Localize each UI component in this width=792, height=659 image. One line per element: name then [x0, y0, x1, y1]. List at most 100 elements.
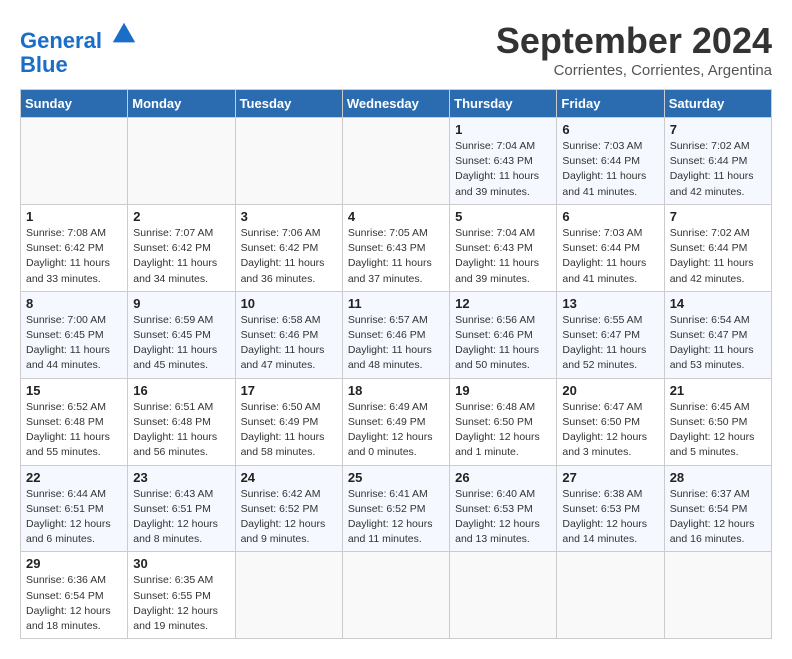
sunset-time: Sunset: 6:43 PM	[348, 242, 426, 254]
calendar-cell: 4 Sunrise: 7:05 AM Sunset: 6:43 PM Dayli…	[342, 204, 449, 291]
day-number: 6	[562, 209, 658, 224]
calendar-cell	[664, 552, 771, 639]
sunset-time: Sunset: 6:44 PM	[670, 155, 748, 167]
daylight-hours: Daylight: 11 hours and 41 minutes.	[562, 170, 646, 197]
sunset-time: Sunset: 6:48 PM	[26, 416, 104, 428]
sunset-time: Sunset: 6:45 PM	[133, 329, 211, 341]
daylight-hours: Daylight: 12 hours and 8 minutes.	[133, 518, 218, 545]
calendar-cell: 5 Sunrise: 7:04 AM Sunset: 6:43 PM Dayli…	[450, 204, 557, 291]
day-number: 12	[455, 296, 551, 311]
daylight-hours: Daylight: 12 hours and 19 minutes.	[133, 605, 218, 632]
calendar-cell: 6 Sunrise: 7:03 AM Sunset: 6:44 PM Dayli…	[557, 204, 664, 291]
day-detail: Sunrise: 7:06 AM Sunset: 6:42 PM Dayligh…	[241, 226, 337, 287]
sunrise-time: Sunrise: 7:04 AM	[455, 227, 535, 239]
calendar-cell	[450, 552, 557, 639]
calendar-cell	[128, 118, 235, 205]
sunrise-time: Sunrise: 6:57 AM	[348, 314, 428, 326]
calendar-cell: 26 Sunrise: 6:40 AM Sunset: 6:53 PM Dayl…	[450, 465, 557, 552]
daylight-hours: Daylight: 11 hours and 45 minutes.	[133, 344, 217, 371]
day-detail: Sunrise: 6:48 AM Sunset: 6:50 PM Dayligh…	[455, 400, 551, 461]
day-detail: Sunrise: 6:51 AM Sunset: 6:48 PM Dayligh…	[133, 400, 229, 461]
daylight-hours: Daylight: 11 hours and 50 minutes.	[455, 344, 539, 371]
day-number: 7	[670, 209, 766, 224]
calendar-cell: 14 Sunrise: 6:54 AM Sunset: 6:47 PM Dayl…	[664, 291, 771, 378]
daylight-hours: Daylight: 11 hours and 52 minutes.	[562, 344, 646, 371]
day-detail: Sunrise: 6:41 AM Sunset: 6:52 PM Dayligh…	[348, 487, 444, 548]
day-number: 17	[241, 383, 337, 398]
day-number: 6	[562, 122, 658, 137]
calendar-cell	[235, 118, 342, 205]
sunset-time: Sunset: 6:46 PM	[241, 329, 319, 341]
calendar-cell: 7 Sunrise: 7:02 AM Sunset: 6:44 PM Dayli…	[664, 118, 771, 205]
daylight-hours: Daylight: 12 hours and 14 minutes.	[562, 518, 647, 545]
sunset-time: Sunset: 6:54 PM	[670, 503, 748, 515]
day-number: 5	[455, 209, 551, 224]
sunset-time: Sunset: 6:49 PM	[348, 416, 426, 428]
sunrise-time: Sunrise: 6:40 AM	[455, 488, 535, 500]
sunset-time: Sunset: 6:44 PM	[562, 155, 640, 167]
day-detail: Sunrise: 7:04 AM Sunset: 6:43 PM Dayligh…	[455, 226, 551, 287]
sunset-time: Sunset: 6:42 PM	[241, 242, 319, 254]
calendar-cell: 16 Sunrise: 6:51 AM Sunset: 6:48 PM Dayl…	[128, 378, 235, 465]
daylight-hours: Daylight: 11 hours and 36 minutes.	[241, 257, 325, 284]
daylight-hours: Daylight: 11 hours and 48 minutes.	[348, 344, 432, 371]
day-detail: Sunrise: 6:58 AM Sunset: 6:46 PM Dayligh…	[241, 313, 337, 374]
calendar-cell: 3 Sunrise: 7:06 AM Sunset: 6:42 PM Dayli…	[235, 204, 342, 291]
sunrise-time: Sunrise: 7:02 AM	[670, 140, 750, 152]
calendar-cell: 27 Sunrise: 6:38 AM Sunset: 6:53 PM Dayl…	[557, 465, 664, 552]
daylight-hours: Daylight: 11 hours and 39 minutes.	[455, 257, 539, 284]
day-number: 28	[670, 470, 766, 485]
sunset-time: Sunset: 6:42 PM	[133, 242, 211, 254]
day-number: 19	[455, 383, 551, 398]
day-detail: Sunrise: 6:45 AM Sunset: 6:50 PM Dayligh…	[670, 400, 766, 461]
sunrise-time: Sunrise: 6:36 AM	[26, 574, 106, 586]
sunset-time: Sunset: 6:47 PM	[562, 329, 640, 341]
calendar-cell	[342, 552, 449, 639]
daylight-hours: Daylight: 11 hours and 58 minutes.	[241, 431, 325, 458]
day-number: 29	[26, 556, 122, 571]
sunset-time: Sunset: 6:50 PM	[670, 416, 748, 428]
day-detail: Sunrise: 7:07 AM Sunset: 6:42 PM Dayligh…	[133, 226, 229, 287]
sunset-time: Sunset: 6:52 PM	[348, 503, 426, 515]
daylight-hours: Daylight: 11 hours and 41 minutes.	[562, 257, 646, 284]
calendar-cell: 29 Sunrise: 6:36 AM Sunset: 6:54 PM Dayl…	[21, 552, 128, 639]
sunrise-time: Sunrise: 7:00 AM	[26, 314, 106, 326]
weekday-header-row: SundayMondayTuesdayWednesdayThursdayFrid…	[21, 90, 772, 118]
daylight-hours: Daylight: 11 hours and 53 minutes.	[670, 344, 754, 371]
calendar-cell	[21, 118, 128, 205]
calendar-cell: 18 Sunrise: 6:49 AM Sunset: 6:49 PM Dayl…	[342, 378, 449, 465]
day-detail: Sunrise: 6:47 AM Sunset: 6:50 PM Dayligh…	[562, 400, 658, 461]
calendar-cell: 8 Sunrise: 7:00 AM Sunset: 6:45 PM Dayli…	[21, 291, 128, 378]
weekday-monday: Monday	[128, 90, 235, 118]
day-detail: Sunrise: 6:49 AM Sunset: 6:49 PM Dayligh…	[348, 400, 444, 461]
sunrise-time: Sunrise: 6:54 AM	[670, 314, 750, 326]
calendar-week-1: 1 Sunrise: 7:08 AM Sunset: 6:42 PM Dayli…	[21, 204, 772, 291]
page-header: General Blue September 2024 Corrientes, …	[20, 20, 772, 79]
sunset-time: Sunset: 6:42 PM	[26, 242, 104, 254]
weekday-sunday: Sunday	[21, 90, 128, 118]
sunset-time: Sunset: 6:54 PM	[26, 590, 104, 602]
calendar-cell: 6 Sunrise: 7:03 AM Sunset: 6:44 PM Dayli…	[557, 118, 664, 205]
daylight-hours: Daylight: 12 hours and 18 minutes.	[26, 605, 111, 632]
weekday-wednesday: Wednesday	[342, 90, 449, 118]
sunrise-time: Sunrise: 7:03 AM	[562, 227, 642, 239]
calendar-cell: 24 Sunrise: 6:42 AM Sunset: 6:52 PM Dayl…	[235, 465, 342, 552]
calendar-cell: 25 Sunrise: 6:41 AM Sunset: 6:52 PM Dayl…	[342, 465, 449, 552]
day-detail: Sunrise: 6:50 AM Sunset: 6:49 PM Dayligh…	[241, 400, 337, 461]
day-detail: Sunrise: 6:44 AM Sunset: 6:51 PM Dayligh…	[26, 487, 122, 548]
calendar-cell: 2 Sunrise: 7:07 AM Sunset: 6:42 PM Dayli…	[128, 204, 235, 291]
sunset-time: Sunset: 6:53 PM	[562, 503, 640, 515]
day-number: 15	[26, 383, 122, 398]
day-number: 16	[133, 383, 229, 398]
sunset-time: Sunset: 6:52 PM	[241, 503, 319, 515]
sunset-time: Sunset: 6:46 PM	[455, 329, 533, 341]
weekday-thursday: Thursday	[450, 90, 557, 118]
calendar-cell: 10 Sunrise: 6:58 AM Sunset: 6:46 PM Dayl…	[235, 291, 342, 378]
sunrise-time: Sunrise: 7:02 AM	[670, 227, 750, 239]
daylight-hours: Daylight: 11 hours and 34 minutes.	[133, 257, 217, 284]
daylight-hours: Daylight: 12 hours and 11 minutes.	[348, 518, 433, 545]
day-number: 20	[562, 383, 658, 398]
sunrise-time: Sunrise: 6:49 AM	[348, 401, 428, 413]
sunrise-time: Sunrise: 6:42 AM	[241, 488, 321, 500]
day-detail: Sunrise: 6:54 AM Sunset: 6:47 PM Dayligh…	[670, 313, 766, 374]
